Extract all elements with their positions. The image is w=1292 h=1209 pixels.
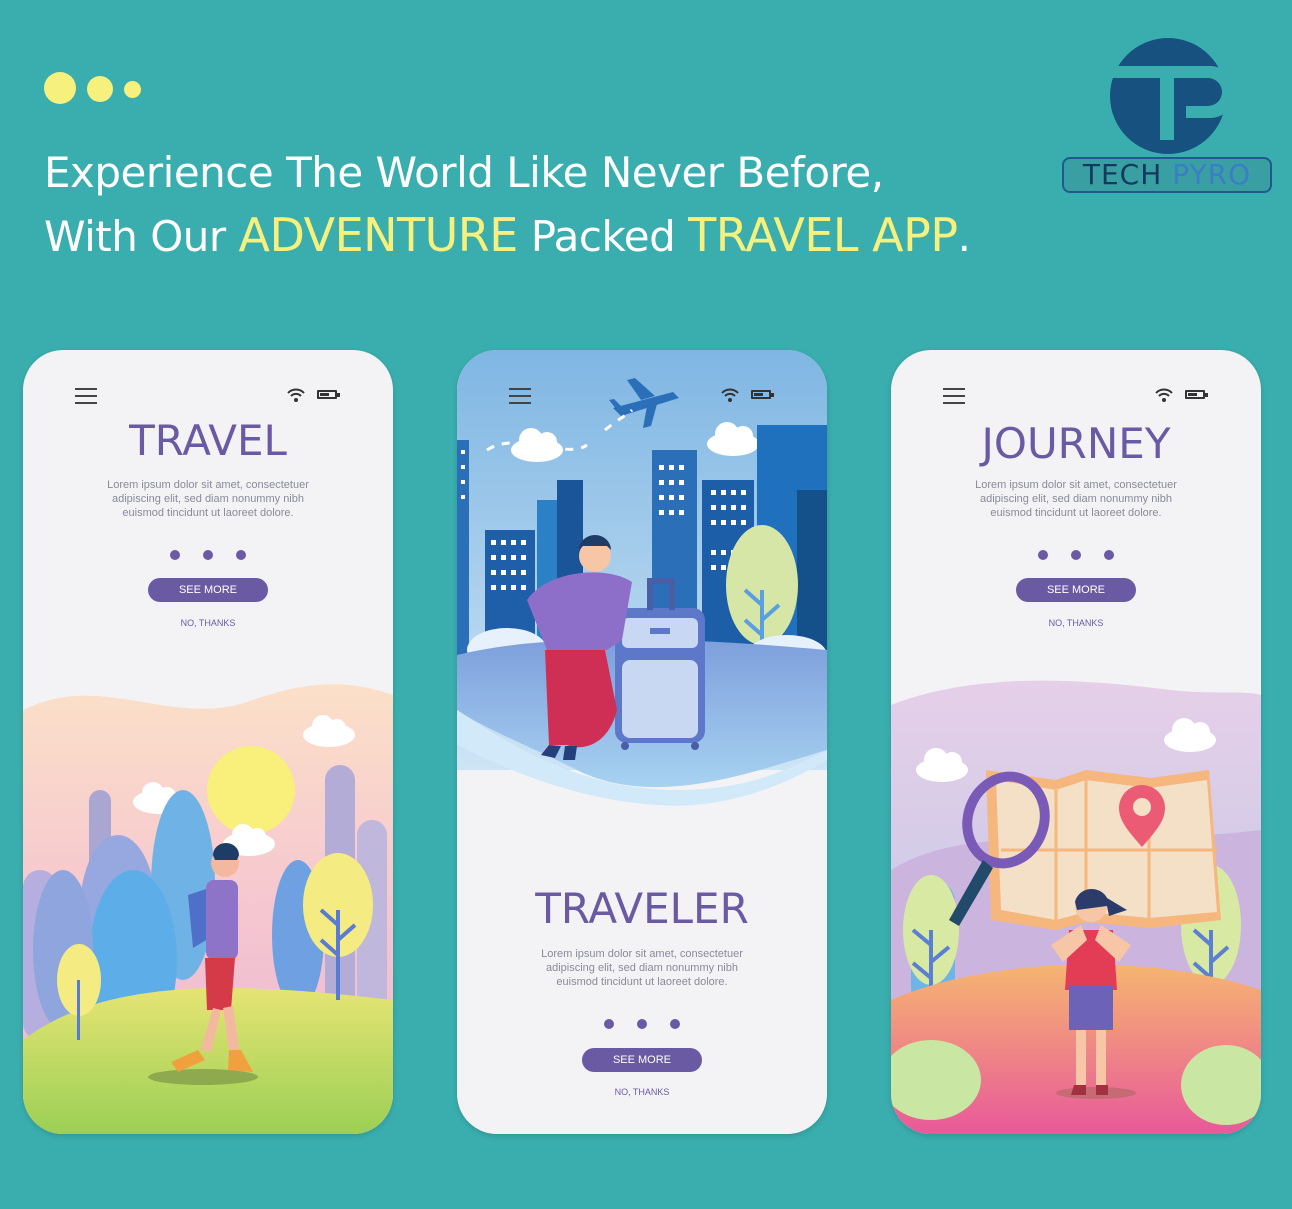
phone-screen-traveler: TRAVELER Lorem ipsum dolor sit amet, con…: [457, 350, 827, 1134]
phone-screen-journey: JOURNEY Lorem ipsum dolor sit amet, cons…: [891, 350, 1261, 1134]
battery-icon: [751, 390, 774, 399]
wifi-icon: [1155, 388, 1173, 402]
description-line: adipiscing elit, sed diam nonummy nibh: [980, 493, 1172, 505]
pagination-dots[interactable]: [1038, 550, 1114, 560]
description-line: adipiscing elit, sed diam nonummy nibh: [112, 493, 304, 505]
screen-description: Lorem ipsum dolor sit amet, consectetuer…: [83, 478, 333, 520]
phone-screen-travel: TRAVEL Lorem ipsum dolor sit amet, conse…: [23, 350, 393, 1134]
screen-description: Lorem ipsum dolor sit amet, consectetuer…: [951, 478, 1201, 520]
pagination-dots[interactable]: [170, 550, 246, 560]
headline-highlight-travel-app: TRAVEL APP: [688, 208, 958, 262]
hamburger-icon[interactable]: [75, 388, 97, 404]
headline-line-1: Experience The World Like Never Before,: [44, 148, 884, 197]
battery-icon: [1185, 390, 1208, 399]
see-more-button[interactable]: SEE MORE: [582, 1048, 702, 1072]
hamburger-icon[interactable]: [943, 388, 965, 404]
wifi-icon: [287, 388, 305, 402]
headline-text-b: Packed: [517, 212, 689, 261]
dot-small: [124, 81, 141, 98]
description-line: Lorem ipsum dolor sit amet, consectetuer: [975, 479, 1177, 491]
description-line: adipiscing elit, sed diam nonummy nibh: [546, 962, 738, 974]
logo-word-tech: TECH: [1082, 158, 1163, 191]
screen-title: JOURNEY: [981, 419, 1171, 468]
logo-wordmark: TECH PYRO: [1062, 157, 1272, 193]
battery-icon: [317, 390, 340, 399]
screen-title: TRAVELER: [535, 884, 749, 933]
headline: Experience The World Like Never Before, …: [44, 142, 971, 268]
wifi-icon: [721, 388, 739, 402]
hamburger-icon[interactable]: [509, 388, 531, 404]
description-line: euismod tincidunt ut laoreet dolore.: [990, 507, 1162, 519]
dot-large: [44, 72, 76, 104]
hiker-illustration: [23, 684, 393, 1134]
screen-title: TRAVEL: [129, 416, 287, 465]
headline-highlight-adventure: ADVENTURE: [238, 208, 519, 262]
logo-word-pyro: PYRO: [1172, 158, 1252, 191]
description-line: euismod tincidunt ut laoreet dolore.: [122, 507, 294, 519]
headline-line-2: With Our ADVENTURE Packed TRAVEL APP.: [44, 204, 971, 268]
headline-text-a: With Our: [44, 212, 239, 261]
no-thanks-link[interactable]: NO, THANKS: [891, 618, 1261, 628]
see-more-button[interactable]: SEE MORE: [1016, 578, 1136, 602]
description-line: Lorem ipsum dolor sit amet, consectetuer: [541, 948, 743, 960]
headline-text-c: .: [957, 212, 971, 261]
no-thanks-link[interactable]: NO, THANKS: [457, 1087, 827, 1097]
pagination-dots[interactable]: [604, 1019, 680, 1029]
description-line: Lorem ipsum dolor sit amet, consectetuer: [107, 479, 309, 491]
no-thanks-link[interactable]: NO, THANKS: [23, 618, 393, 628]
dot-medium: [87, 76, 113, 102]
see-more-button[interactable]: SEE MORE: [148, 578, 268, 602]
screen-description: Lorem ipsum dolor sit amet, consectetuer…: [517, 947, 767, 989]
description-line: euismod tincidunt ut laoreet dolore.: [556, 976, 728, 988]
traveler-illustration: [457, 350, 827, 806]
